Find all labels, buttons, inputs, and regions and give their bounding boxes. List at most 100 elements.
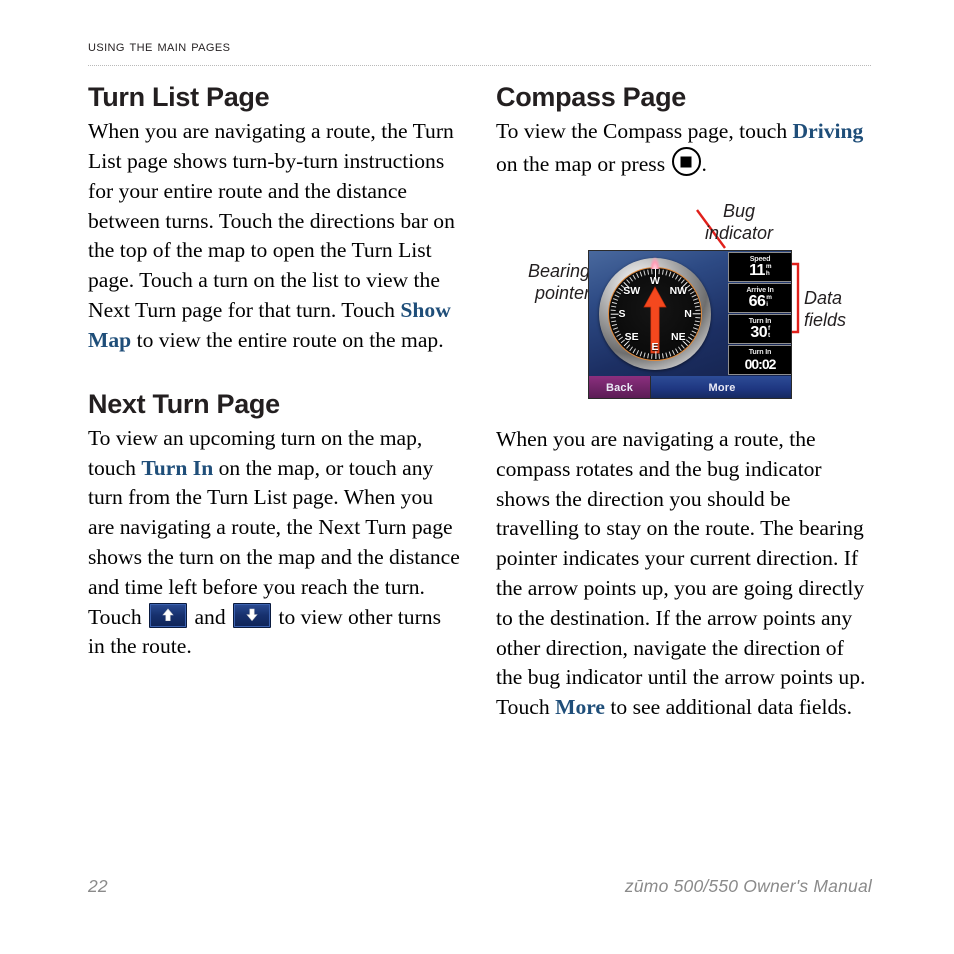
compass-tick (680, 344, 685, 349)
link-driving[interactable]: Driving (793, 119, 864, 143)
compass-tick (668, 351, 671, 357)
compass-tick (610, 316, 616, 319)
data-field-value: 66 m i (748, 293, 772, 310)
compass-tick (610, 305, 616, 308)
paragraph-turn-list: When you are navigating a route, the Tur… (88, 117, 460, 355)
paragraph-text-cont: on the map, or touch any turn from the T… (88, 455, 460, 629)
annotation-bearing-pointer-line2: pointer (534, 283, 590, 303)
compass-tick (610, 309, 616, 312)
compass-tick (628, 346, 633, 352)
compass-tick (657, 269, 660, 275)
compass-tick (692, 313, 701, 315)
back-button[interactable]: Back (589, 376, 651, 398)
compass-widget[interactable]: W NW N NE E SE S SW (591, 253, 724, 374)
paragraph-text: When you are navigating a route, the Tur… (88, 119, 455, 323)
page-button-icon (671, 147, 701, 177)
section-title-compass: Compass Page (496, 82, 686, 112)
paragraph-text-end: to see additional data fields. (605, 695, 853, 720)
compass-tick (646, 353, 649, 359)
compass-tick (661, 269, 664, 275)
data-fields-panel: Speed 11 m h Arrive In 66 m i Turn In 30 f t Turn In… (728, 252, 791, 375)
more-button[interactable]: More (651, 376, 791, 398)
compass-tick (628, 276, 633, 282)
arrow-down-icon[interactable] (233, 602, 272, 628)
compass-tick (612, 298, 618, 301)
compass-rose-label: N (684, 308, 692, 320)
compass-tick (680, 279, 685, 284)
compass-tick (617, 336, 623, 341)
link-turn-in[interactable]: Turn In (141, 456, 213, 480)
compass-tick (689, 333, 695, 337)
compass-page-figure: Bug indicator Bearing pointer Data field… (496, 196, 876, 411)
compass-rose-label: W (650, 275, 660, 287)
compass-tick (664, 270, 668, 276)
footer-document-title: zūmo 500/550 Owner's Manual (624, 876, 872, 896)
more-button-label: More (708, 382, 736, 394)
data-field[interactable]: Speed 11 m h (728, 252, 791, 282)
data-field-unit: mi (766, 294, 772, 308)
compass-tick (687, 336, 693, 341)
compass-tick (694, 320, 700, 323)
compass-rose-label: S (618, 308, 626, 320)
right-column: Compass Page To view the Compass page, t… (496, 82, 868, 180)
compass-tick (612, 327, 618, 330)
compass-tick (674, 348, 678, 354)
right-column-body: When you are navigating a route, the com… (496, 425, 868, 723)
compass-tick (632, 274, 636, 280)
compass-tick (610, 320, 616, 323)
compass-tick (635, 273, 639, 278)
compass-tick (689, 291, 695, 295)
annotation-bearing-pointer-line1: Bearing (527, 261, 590, 281)
paragraph-text-cont: to view the entire route on the map. (131, 327, 444, 352)
header-divider (88, 65, 871, 67)
annotation-bearing-pointer: Bearing pointer (504, 260, 590, 304)
compass-tick (677, 276, 682, 282)
compass-rose-label: NE (671, 331, 686, 344)
paragraph-text-end: . (701, 152, 707, 177)
data-field[interactable]: Arrive In 66 m i (728, 283, 791, 313)
compass-tick (694, 309, 700, 312)
annotation-data-fields-line2: fields (804, 310, 847, 330)
compass-rose-label: SW (623, 284, 641, 297)
compass-tick (692, 327, 698, 330)
compass-bezel: W NW N NE E SE S SW (599, 257, 711, 370)
compass-tick (617, 287, 623, 292)
compass-tick (671, 350, 675, 355)
arrow-up-icon[interactable] (149, 602, 188, 628)
annotation-bug-indicator-line1: Bug (722, 201, 756, 221)
compass-tick (646, 269, 649, 275)
compass-rose-label: SE (624, 331, 639, 344)
device-main-area: W NW N NE E SE S SW Speed 11 m h Arrive In 66 m i Turn … (589, 251, 791, 376)
device-screenshot: W NW N NE E SE S SW Speed 11 m h Arrive In 66 m i Turn … (588, 250, 792, 399)
back-button-label: Back (605, 382, 634, 394)
data-field-value: 00:02 (744, 356, 777, 372)
paragraph-compass-body: When you are navigating a route, the com… (496, 425, 868, 723)
compass-tick (671, 273, 675, 278)
running-header: Using the Main Pages (88, 38, 872, 55)
data-field[interactable]: Turn In 30 f t (728, 314, 791, 344)
paragraph-next-turn: To view an upcoming turn on the map, tou… (88, 424, 460, 662)
paragraph-conjunction: and (189, 604, 232, 629)
footer-page-number: 22 (88, 876, 108, 896)
header-title: Using the Main Pages (88, 38, 231, 55)
compass-tick (639, 271, 642, 277)
compass-tick (668, 271, 671, 277)
compass-tick (661, 353, 664, 359)
compass-tick (611, 323, 617, 327)
section-title-next-turn: Next Turn Page (88, 388, 280, 419)
compass-tick (694, 316, 700, 319)
compass-tick (693, 323, 699, 327)
compass-tick (691, 294, 696, 298)
left-column: Turn List Page When you are navigating a… (88, 82, 460, 662)
compass-tick (614, 330, 619, 334)
data-field[interactable]: Turn In 00:02 (728, 345, 791, 375)
compass-tick (625, 344, 630, 349)
compass-tick (657, 353, 660, 359)
data-field-unit: mh (765, 263, 772, 277)
paragraph-text: When you are navigating a route, the com… (496, 427, 866, 720)
compass-tick (674, 274, 678, 280)
annotation-bug-indicator: Bug indicator (694, 200, 784, 244)
compass-tick (687, 287, 693, 292)
compass-tick (610, 313, 619, 315)
link-more[interactable]: More (555, 695, 605, 719)
